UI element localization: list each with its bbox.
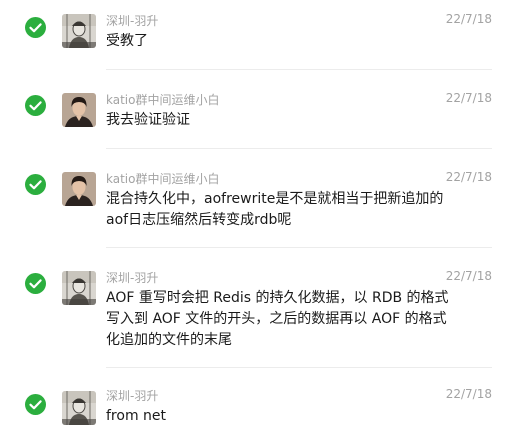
sender-name: 深圳-羽升	[106, 271, 159, 285]
message-item[interactable]: katio群中间运维小白 22/7/18 混合持久化中，aofrewrite是不…	[0, 149, 521, 248]
message-line: 混合持久化中，aofrewrite是不是就相当于把新追加的	[106, 191, 444, 207]
sketch-avatar-icon[interactable]	[62, 391, 96, 425]
check-icon	[25, 394, 46, 415]
message-time: 22/7/18	[445, 170, 492, 184]
sender-name: katio群中间运维小白	[106, 93, 220, 107]
sender-name: 深圳-羽升	[106, 14, 159, 28]
check-icon	[25, 174, 46, 195]
sketch-avatar-icon[interactable]	[62, 14, 96, 48]
message-line: 写入到 AOF 文件的开头，之后的数据再以 AOF 的格式	[106, 311, 447, 327]
message-time: 22/7/18	[445, 12, 492, 26]
check-icon	[25, 17, 46, 38]
portrait-avatar-icon[interactable]	[62, 172, 96, 206]
message-text: from net	[106, 406, 486, 427]
message-item[interactable]: 深圳-羽升 22/7/18 from net	[0, 368, 521, 437]
message-item[interactable]: 深圳-羽升 22/7/18 AOF 重写时会把 Redis 的持久化数据，以 R…	[0, 248, 521, 368]
message-time: 22/7/18	[445, 91, 492, 105]
message-text: 我去验证验证	[106, 110, 486, 131]
message-line: aof日志压缩然后转变成rdb呢	[106, 212, 292, 228]
sender-name: 深圳-羽升	[106, 389, 159, 403]
message-line: 化追加的文件的末尾	[106, 332, 232, 348]
sender-name: katio群中间运维小白	[106, 172, 220, 186]
message-line: AOF 重写时会把 Redis 的持久化数据，以 RDB 的格式	[106, 290, 449, 306]
message-line: 我去验证验证	[106, 112, 190, 128]
message-time: 22/7/18	[445, 387, 492, 401]
portrait-avatar-icon[interactable]	[62, 93, 96, 127]
message-time: 22/7/18	[445, 269, 492, 283]
message-item[interactable]: katio群中间运维小白 22/7/18 我去验证验证	[0, 70, 521, 149]
check-icon	[25, 273, 46, 294]
message-line: from net	[106, 408, 167, 424]
message-item[interactable]: 深圳-羽升 22/7/18 受教了	[0, 0, 521, 70]
check-icon	[25, 95, 46, 116]
message-line: 受教了	[106, 33, 148, 49]
sketch-avatar-icon[interactable]	[62, 271, 96, 305]
message-text: 受教了	[106, 31, 486, 52]
message-text: 混合持久化中，aofrewrite是不是就相当于把新追加的 aof日志压缩然后转…	[106, 189, 486, 231]
message-text: AOF 重写时会把 Redis 的持久化数据，以 RDB 的格式 写入到 AOF…	[106, 288, 486, 351]
